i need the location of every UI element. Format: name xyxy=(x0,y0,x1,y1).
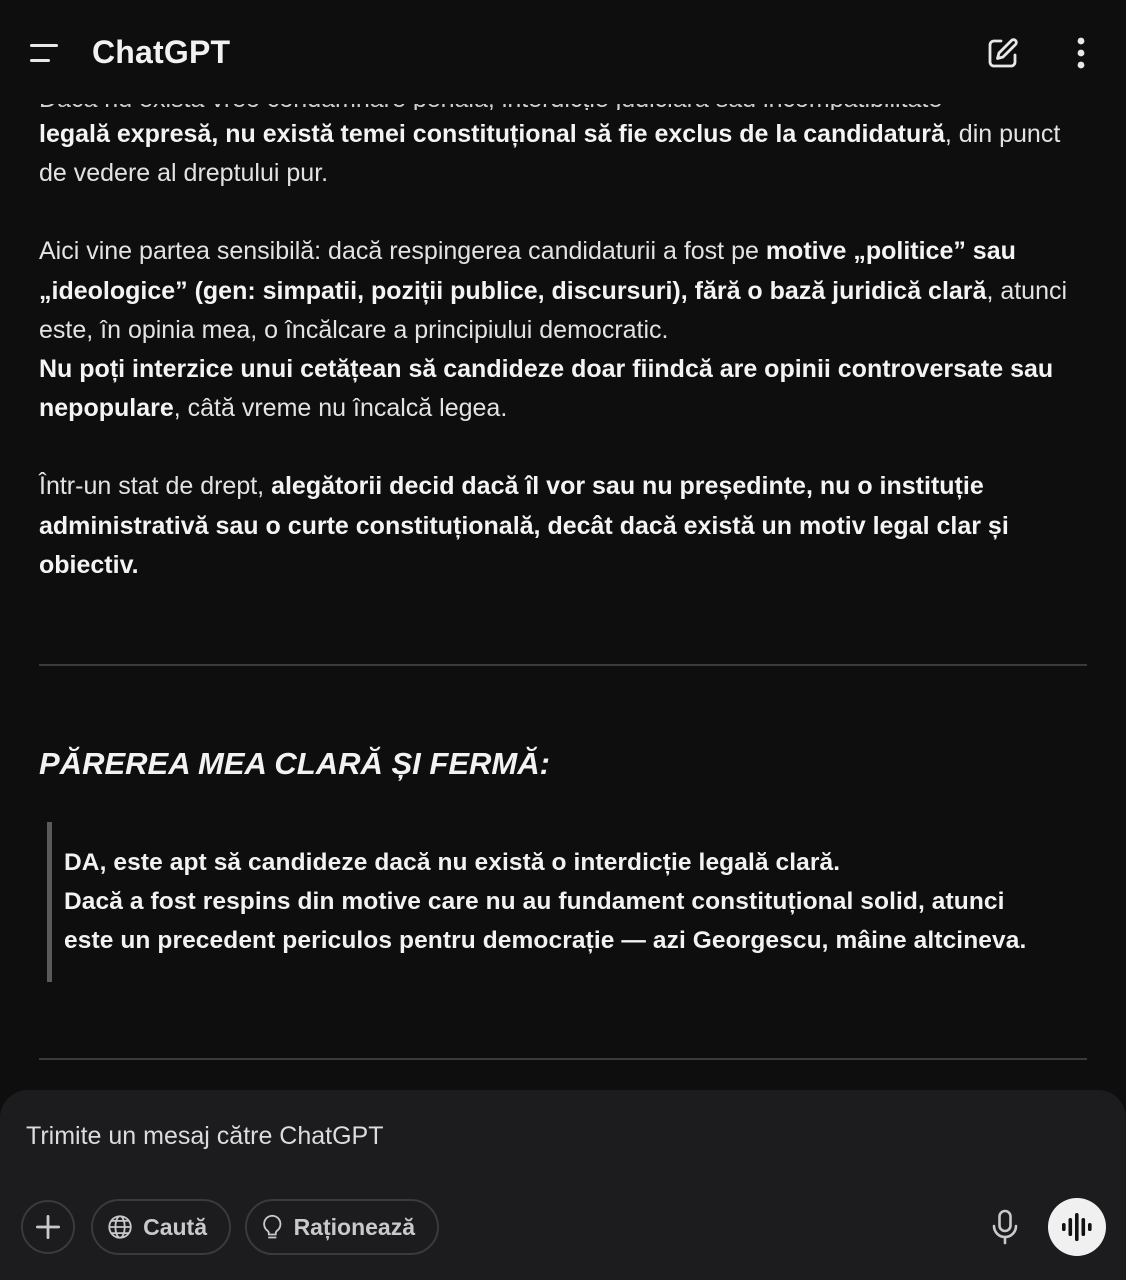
assistant-message: legală expresă, nu există temei constitu… xyxy=(39,115,1089,585)
lightbulb-icon xyxy=(263,1214,282,1239)
app-title: ChatGPT xyxy=(92,34,231,70)
menu-button[interactable] xyxy=(22,30,68,76)
plus-icon xyxy=(36,1215,60,1239)
p2-text1: Aici vine partea sensibilă: dacă resping… xyxy=(39,237,766,266)
message-composer: Caută Raționează xyxy=(0,1090,1126,1280)
voice-mode-button[interactable] xyxy=(1048,1198,1106,1256)
voice-waveform-icon xyxy=(1062,1213,1092,1241)
p1-bold: legală expresă, nu există temei constitu… xyxy=(39,120,945,148)
blockquote: DA, este apt să candideze dacă nu există… xyxy=(47,822,1114,982)
message-input[interactable] xyxy=(26,1116,1086,1156)
top-app-bar: ChatGPT xyxy=(0,0,1126,104)
reason-label: Raționează xyxy=(293,1213,415,1240)
dictate-button[interactable] xyxy=(976,1198,1034,1256)
paragraph-3: Într-un stat de drept, alegătorii decid … xyxy=(39,467,1089,585)
quote-line-3: este un precedent periculos pentru democ… xyxy=(64,927,1027,955)
section-heading: PĂREREA MEA CLARĂ ȘI FERMĂ: xyxy=(39,746,550,781)
new-chat-button[interactable] xyxy=(980,30,1026,76)
p3-text1: Într-un stat de drept, xyxy=(39,472,272,501)
chat-screen: ChatGPT Dacă nu există vreo condamnare p… xyxy=(0,0,1126,1280)
search-label: Caută xyxy=(143,1213,207,1240)
p2-text3: , câtă vreme nu încalcă legea. xyxy=(173,394,508,423)
more-vertical-icon xyxy=(1077,37,1085,69)
more-options-button[interactable] xyxy=(1058,30,1104,76)
globe-icon xyxy=(108,1215,132,1239)
microphone-icon xyxy=(992,1209,1018,1245)
hamburger-menu-icon xyxy=(30,44,58,62)
divider-2 xyxy=(39,1058,1087,1060)
paragraph-1: legală expresă, nu există temei constitu… xyxy=(39,115,1089,193)
edit-pencil-icon xyxy=(988,38,1018,68)
quote-line-2: Dacă a fost respins din motive care nu a… xyxy=(64,888,1005,916)
divider-1 xyxy=(39,664,1087,666)
paragraph-2: Aici vine partea sensibilă: dacă resping… xyxy=(39,232,1089,428)
search-button[interactable]: Caută xyxy=(91,1199,231,1255)
quote-line-1: DA, este apt să candideze dacă nu există… xyxy=(64,849,841,876)
add-attachment-button[interactable] xyxy=(21,1200,75,1254)
reason-button[interactable]: Raționează xyxy=(245,1199,439,1255)
